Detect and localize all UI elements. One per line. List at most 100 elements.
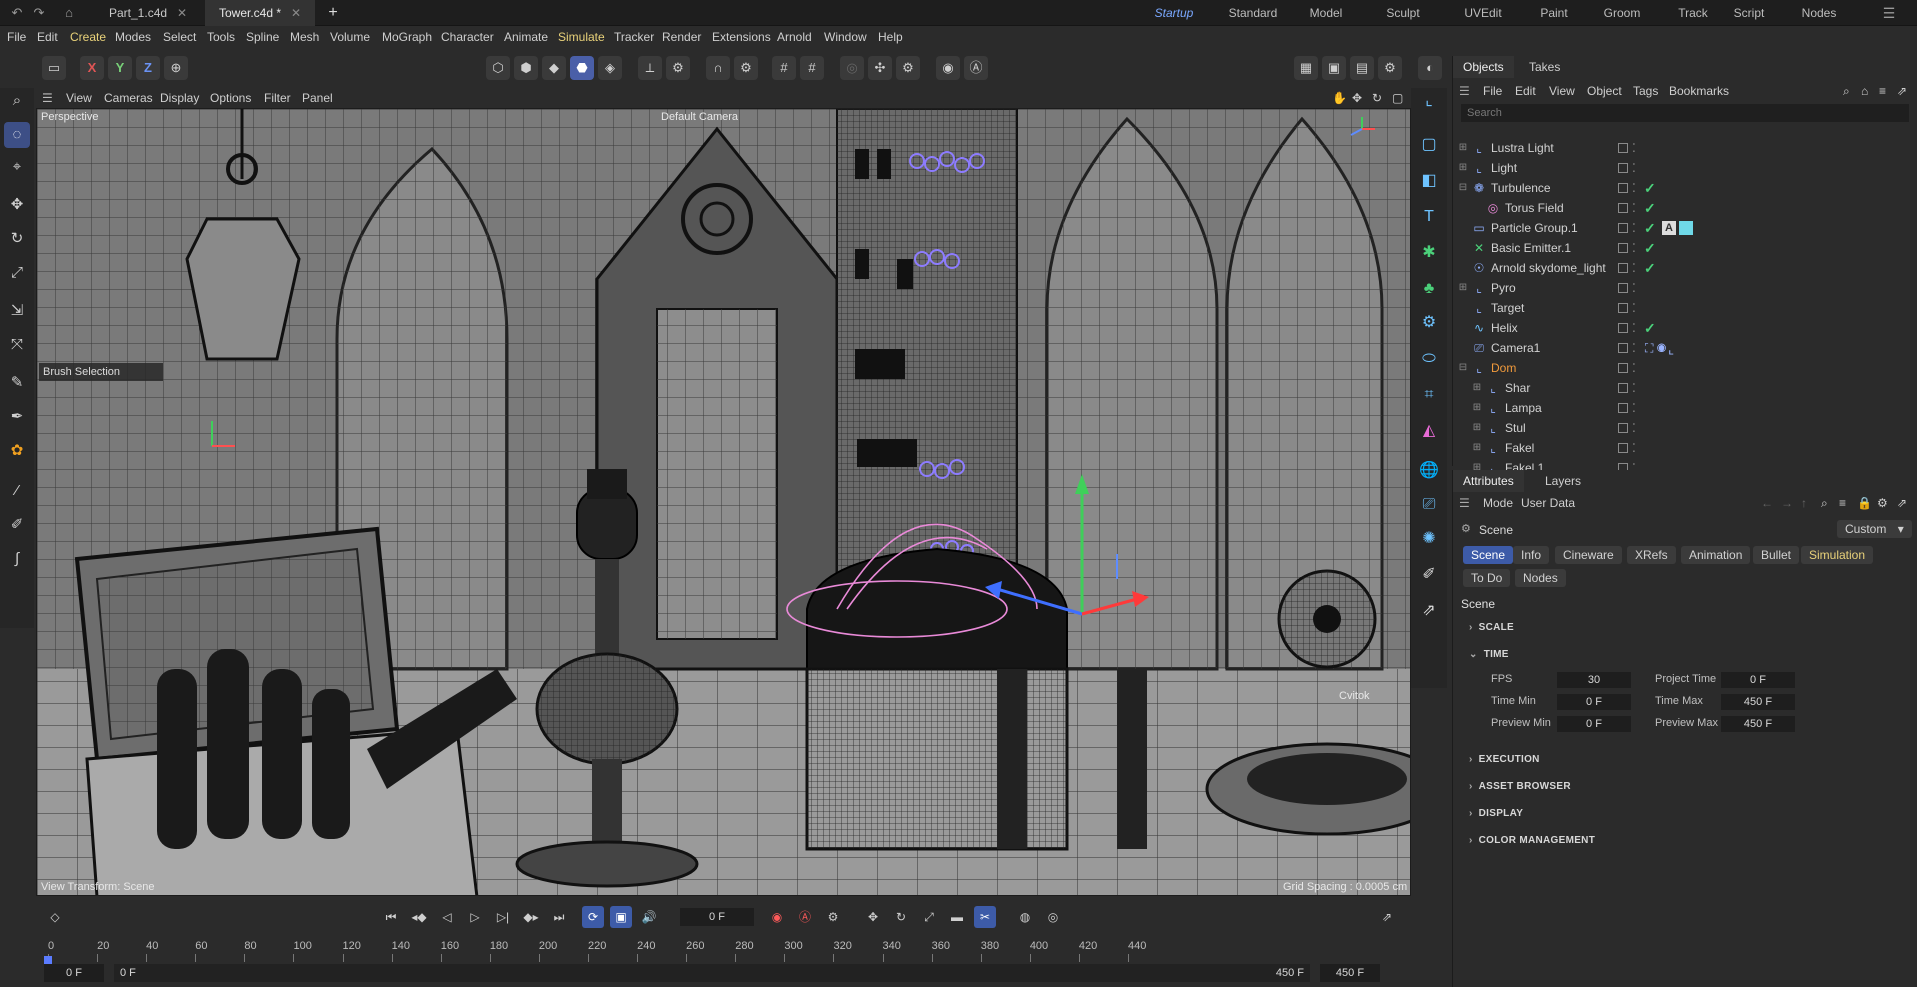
- sculpt-icon[interactable]: ✿: [4, 438, 30, 464]
- menu-select[interactable]: Select: [163, 26, 196, 48]
- export-icon[interactable]: ⇗: [1416, 598, 1442, 624]
- attr-tab-animation[interactable]: Animation: [1681, 546, 1751, 564]
- menu-animate[interactable]: Animate: [504, 26, 548, 48]
- layout-standard[interactable]: Standard: [1228, 0, 1278, 26]
- snap-magnet-icon[interactable]: ∩: [706, 56, 730, 80]
- brush-selection-overlay[interactable]: Brush Selection: [39, 363, 163, 381]
- visibility-dots-icon[interactable]: ⁚: [1632, 158, 1636, 178]
- orbit-icon[interactable]: ↻: [1372, 88, 1382, 108]
- model-mode-icon[interactable]: ⬣: [570, 56, 594, 80]
- layer-toggle[interactable]: [1618, 283, 1628, 293]
- search-icon[interactable]: ⌕: [1821, 494, 1828, 512]
- menu-create[interactable]: Create: [70, 26, 106, 48]
- key-settings-icon[interactable]: ⚙: [822, 906, 844, 928]
- tab-objects[interactable]: Objects: [1453, 56, 1514, 78]
- layout-script[interactable]: Script: [1732, 0, 1766, 26]
- loop-icon[interactable]: ⟳: [582, 906, 604, 928]
- object-row[interactable]: ⊞ ⌞ Lustra Light ⁚: [1453, 138, 1917, 158]
- object-row[interactable]: ⎚ Camera1 ⁚ ⛶ ◉ ⌞: [1453, 338, 1917, 358]
- enabled-check-icon[interactable]: ✓: [1644, 258, 1656, 278]
- enabled-check-icon[interactable]: ✓: [1644, 198, 1656, 218]
- polygons-mode-icon[interactable]: ◆: [542, 56, 566, 80]
- next-key-icon[interactable]: ◆▸: [520, 906, 542, 928]
- expand-toggle-icon[interactable]: ⊞: [1457, 138, 1469, 158]
- text-spline-icon[interactable]: T: [1416, 204, 1442, 230]
- layer-toggle[interactable]: [1618, 403, 1628, 413]
- visibility-dots-icon[interactable]: ⁚: [1632, 218, 1636, 238]
- attr-tab-todo[interactable]: To Do: [1463, 569, 1511, 587]
- back-arrow-icon[interactable]: ←: [1761, 494, 1773, 512]
- object-row[interactable]: ☉ Arnold skydome_light ⁚ ✓: [1453, 258, 1917, 278]
- expand-toggle-icon[interactable]: ⊞: [1471, 438, 1483, 458]
- menu-tracker[interactable]: Tracker: [614, 26, 654, 48]
- visibility-dots-icon[interactable]: ⁚: [1632, 438, 1636, 458]
- render-settings-icon[interactable]: ⚙: [1378, 56, 1402, 80]
- tab-attributes[interactable]: Attributes: [1453, 470, 1524, 492]
- object-row[interactable]: ⊞ ⌞ Lampa ⁚: [1453, 398, 1917, 418]
- visibility-dots-icon[interactable]: ⁚: [1632, 418, 1636, 438]
- object-mode-icon[interactable]: ▭: [42, 56, 66, 80]
- redo-icon[interactable]: ↷: [30, 4, 48, 22]
- menu-extensions[interactable]: Extensions: [712, 26, 771, 48]
- coordinate-system-icon[interactable]: ⊕: [164, 56, 188, 80]
- close-icon[interactable]: ✕: [177, 6, 187, 20]
- visibility-dots-icon[interactable]: ⁚: [1632, 298, 1636, 318]
- material-tag-icon[interactable]: [1679, 221, 1693, 235]
- expand-toggle-icon[interactable]: ⊟: [1457, 178, 1469, 198]
- cube-primitive-icon[interactable]: ◧: [1416, 168, 1442, 194]
- end-frame-field[interactable]: 450 F: [1320, 964, 1380, 982]
- axis-mode-icon[interactable]: ⟂: [638, 56, 662, 80]
- time-min-field[interactable]: 0 F: [1557, 694, 1631, 710]
- keyframe-icon[interactable]: ◇: [44, 906, 66, 928]
- attr-tab-simulation[interactable]: Simulation: [1801, 546, 1874, 564]
- object-row[interactable]: ⊞ ⌞ Stul ⁚: [1453, 418, 1917, 438]
- generator-icon[interactable]: ✱: [1416, 240, 1442, 266]
- record-icon[interactable]: ◉: [766, 906, 788, 928]
- menu-arnold[interactable]: Arnold: [777, 26, 812, 48]
- next-frame-icon[interactable]: ▷|: [492, 906, 514, 928]
- render-to-picture-viewer-icon[interactable]: ▤: [1350, 56, 1374, 80]
- viewport-shading-icon[interactable]: ◐: [1418, 56, 1442, 80]
- dolly-icon[interactable]: ✥: [1352, 88, 1362, 108]
- snap-settings-icon[interactable]: ⚙: [734, 56, 758, 80]
- layer-toggle[interactable]: [1618, 243, 1628, 253]
- play-icon[interactable]: ▷: [464, 906, 486, 928]
- object-row[interactable]: ⊞ ⌞ Shar ⁚: [1453, 378, 1917, 398]
- obj-menu-file[interactable]: File: [1483, 82, 1502, 100]
- selection-object-icon[interactable]: ⌗: [1416, 382, 1442, 408]
- visibility-dots-icon[interactable]: ⁚: [1632, 378, 1636, 398]
- visibility-dots-icon[interactable]: ⁚: [1632, 338, 1636, 358]
- visibility-dots-icon[interactable]: ⁚: [1632, 398, 1636, 418]
- render-view-icon[interactable]: ▣: [1322, 56, 1346, 80]
- object-manager-menu-icon[interactable]: ☰: [1459, 82, 1470, 100]
- preview-max-field[interactable]: 450 F: [1721, 716, 1795, 732]
- visibility-dots-icon[interactable]: ⁚: [1632, 138, 1636, 158]
- start-frame-field[interactable]: 0 F: [44, 964, 104, 982]
- fps-field[interactable]: 30: [1557, 672, 1631, 688]
- close-icon[interactable]: ✕: [291, 6, 301, 20]
- viewport-camera-label[interactable]: Default Camera: [661, 111, 738, 123]
- motion-clip-icon[interactable]: ◍: [1014, 906, 1036, 928]
- visibility-dots-icon[interactable]: ⁚: [1632, 318, 1636, 338]
- settings-gear-icon[interactable]: ⚙: [666, 56, 690, 80]
- attr-tab-xrefs[interactable]: XRefs: [1627, 546, 1676, 564]
- tab-layers[interactable]: Layers: [1535, 470, 1591, 492]
- menu-help[interactable]: Help: [878, 26, 903, 48]
- uv-mode-icon[interactable]: ◈: [598, 56, 622, 80]
- y-axis-lock-button[interactable]: Y: [108, 56, 132, 80]
- placement-icon[interactable]: ⤧: [4, 332, 30, 358]
- edges-mode-icon[interactable]: ⬢: [514, 56, 538, 80]
- null-object-icon[interactable]: ⌞: [1416, 88, 1442, 114]
- viewport-solo-icon[interactable]: ◉: [936, 56, 960, 80]
- layer-toggle[interactable]: [1618, 203, 1628, 213]
- render-region-icon[interactable]: ▦: [1294, 56, 1318, 80]
- home-icon[interactable]: ⌂: [60, 4, 78, 22]
- pan-icon[interactable]: ✋: [1332, 88, 1347, 108]
- layer-toggle[interactable]: [1618, 443, 1628, 453]
- enabled-check-icon[interactable]: ✓: [1644, 318, 1656, 338]
- symmetry-icon[interactable]: ✣: [868, 56, 892, 80]
- settings-icon[interactable]: ⚙: [1877, 494, 1888, 512]
- attr-tab-info[interactable]: Info: [1513, 546, 1550, 564]
- new-window-icon[interactable]: ⇗: [1897, 494, 1907, 512]
- attr-tab-scene[interactable]: Scene: [1463, 546, 1514, 564]
